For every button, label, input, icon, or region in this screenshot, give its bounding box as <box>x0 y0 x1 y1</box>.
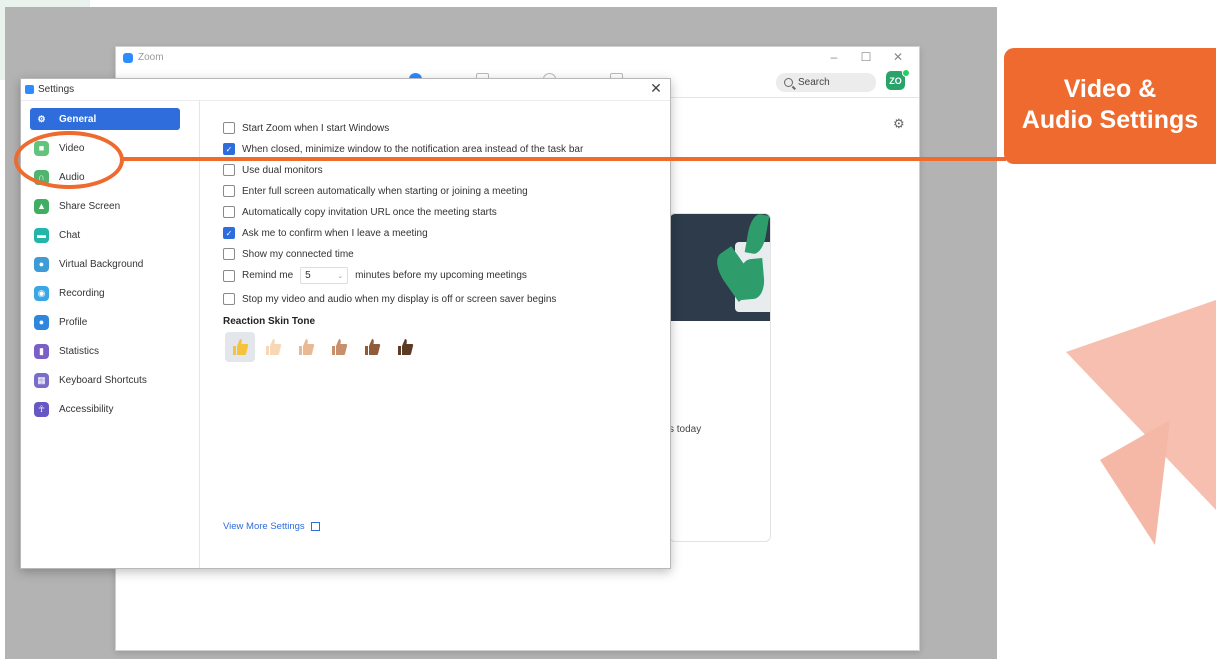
maximize-icon[interactable]: ☐ <box>858 50 874 64</box>
sidebar-item-accessibility[interactable]: ☥ Accessibility <box>30 398 180 420</box>
thumbs-up-icon[interactable] <box>324 332 354 362</box>
gear-icon: ⚙ <box>37 113 46 124</box>
option-label: Show my connected time <box>242 248 354 260</box>
remind-minutes-select[interactable]: 5 ⌄ <box>300 267 349 284</box>
zoom-titlebar: Zoom – ☐ ✕ <box>116 47 919 69</box>
checkbox[interactable] <box>223 122 235 134</box>
remind-minutes-value: 5 <box>305 270 311 281</box>
chevron-down-icon: ⌄ <box>337 272 344 280</box>
card-caption: s today <box>669 424 702 435</box>
option-label: Enter full screen automatically when sta… <box>242 185 528 197</box>
keyboard-icon: ▦ <box>34 372 49 388</box>
sidebar-item-share-screen[interactable]: ▲ Share Screen <box>30 195 180 217</box>
settings-title: Settings <box>38 84 75 95</box>
sidebar-item-label: Accessibility <box>59 403 114 415</box>
share-screen-icon: ▲ <box>34 198 49 214</box>
thumbs-up-icon[interactable] <box>357 332 387 362</box>
sidebar-item-label: Chat <box>59 229 81 241</box>
accessibility-icon: ☥ <box>34 401 49 417</box>
minimize-icon[interactable]: – <box>826 50 842 64</box>
sidebar-item-chat[interactable]: ▬ Chat <box>30 224 180 246</box>
record-icon: ◉ <box>34 285 49 301</box>
view-more-settings-link[interactable]: View More Settings <box>223 521 320 532</box>
option-label: Automatically copy invitation URL once t… <box>242 206 497 218</box>
search-icon <box>784 78 793 87</box>
view-more-label: View More Settings <box>223 521 305 532</box>
remind-suffix-label: minutes before my upcoming meetings <box>355 270 527 281</box>
profile-icon: ● <box>34 314 49 330</box>
zoom-logo-icon <box>25 85 34 94</box>
callout-label: Video & Audio Settings <box>1004 48 1216 164</box>
settings-titlebar: Settings ✕ <box>21 79 670 101</box>
callout-line-1: Video & <box>1063 75 1157 103</box>
callout-connector-line <box>120 157 1006 161</box>
sidebar-item-label: Keyboard Shortcuts <box>59 374 147 386</box>
close-icon[interactable]: ✕ <box>890 50 906 64</box>
bar-chart-icon: ▮ <box>34 343 49 359</box>
stop-video-option-row[interactable]: Stop my video and audio when my display … <box>223 293 556 305</box>
checkbox[interactable] <box>223 269 235 282</box>
external-link-icon <box>310 522 320 531</box>
search-label: Search <box>798 77 830 88</box>
checkbox[interactable]: ✓ <box>223 143 235 155</box>
person-background-icon: ● <box>34 256 49 272</box>
option-row[interactable]: ✓ When closed, minimize window to the not… <box>223 143 583 155</box>
option-row[interactable]: ✓ Ask me to confirm when I leave a meetin… <box>223 227 428 239</box>
sidebar-item-label: Profile <box>59 316 88 328</box>
checkbox[interactable] <box>223 164 235 176</box>
settings-close-icon[interactable]: ✕ <box>648 80 664 97</box>
option-label: Stop my video and audio when my display … <box>242 293 557 305</box>
option-label: Start Zoom when I start Windows <box>242 122 390 134</box>
callout-highlight-ring <box>14 131 124 189</box>
option-label: Ask me to confirm when I leave a meeting <box>242 227 428 239</box>
search-box[interactable]: Search <box>776 73 876 92</box>
online-status-dot <box>902 69 910 77</box>
general-settings-panel: Reaction Skin Tone View More Settings St… <box>223 100 670 568</box>
checkbox[interactable] <box>223 206 235 218</box>
thumbs-up-icon[interactable] <box>225 332 255 362</box>
option-row[interactable]: Automatically copy invitation URL once t… <box>223 206 497 218</box>
sidebar-item-label: General <box>59 113 97 125</box>
checkbox[interactable] <box>223 185 235 197</box>
callout-line-2: Audio Settings <box>1021 106 1199 134</box>
remind-label: Remind me <box>242 270 294 281</box>
checkbox[interactable] <box>223 293 235 305</box>
option-label: When closed, minimize window to the noti… <box>242 143 584 155</box>
settings-gear-icon[interactable]: ⚙ <box>893 116 905 132</box>
skin-tone-picker <box>225 332 423 362</box>
home-card <box>669 213 771 542</box>
thumbs-up-icon[interactable] <box>390 332 420 362</box>
remind-option-row[interactable]: Remind me 5 ⌄ minutes before my upcoming me… <box>223 267 527 284</box>
sidebar-item-profile[interactable]: ● Profile <box>30 311 180 333</box>
option-row[interactable]: Enter full screen automatically when sta… <box>223 185 528 197</box>
checkbox[interactable]: ✓ <box>223 227 235 239</box>
option-label: Use dual monitors <box>242 164 323 176</box>
sidebar-item-keyboard-shortcuts[interactable]: ▦ Keyboard Shortcuts <box>30 369 180 391</box>
sidebar-item-label: Statistics <box>59 345 100 357</box>
sidebar-item-label: Recording <box>59 287 105 299</box>
option-row[interactable]: Show my connected time <box>223 248 354 260</box>
thumbs-up-icon[interactable] <box>291 332 321 362</box>
option-row[interactable]: Use dual monitors <box>223 164 323 176</box>
thumbs-up-icon[interactable] <box>258 332 288 362</box>
sidebar-item-statistics[interactable]: ▮ Statistics <box>30 340 180 362</box>
option-row[interactable]: Start Zoom when I start Windows <box>223 122 389 134</box>
card-illustration <box>670 214 770 321</box>
zoom-window-title: Zoom <box>138 52 164 63</box>
chat-bubble-icon: ▬ <box>34 227 49 243</box>
decorative-send-icon <box>1066 300 1216 545</box>
checkbox[interactable] <box>223 248 235 260</box>
zoom-logo-icon <box>123 53 133 63</box>
sidebar-item-recording[interactable]: ◉ Recording <box>30 282 180 304</box>
sidebar-item-label: Virtual Background <box>59 258 144 270</box>
reaction-skin-tone-title: Reaction Skin Tone <box>223 316 316 327</box>
sidebar-item-virtual-background[interactable]: ● Virtual Background <box>30 253 180 275</box>
sidebar-item-general[interactable]: ⚙ General <box>30 108 180 130</box>
sidebar-item-label: Share Screen <box>59 200 121 212</box>
